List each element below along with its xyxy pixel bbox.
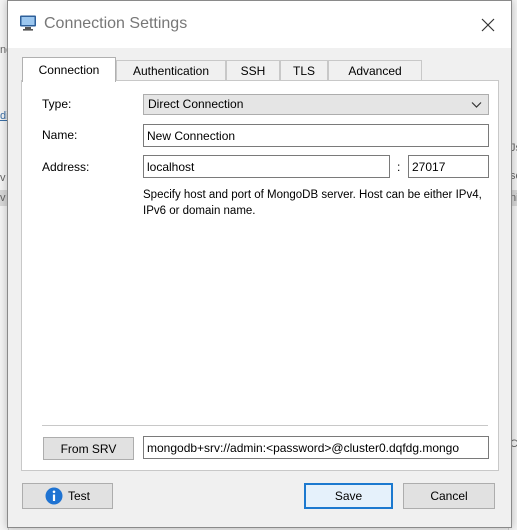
connection-tab-panel: Type: Direct Connection Name: New Connec… <box>21 80 499 471</box>
name-field[interactable]: New Connection <box>143 124 489 147</box>
tab-ssh[interactable]: SSH <box>226 60 280 82</box>
test-button-label: Test <box>67 489 90 503</box>
tab-advanced[interactable]: Advanced <box>328 60 422 82</box>
save-button[interactable]: Save <box>304 483 393 509</box>
from-srv-button[interactable]: From SRV <box>43 437 134 460</box>
connection-settings-dialog: Connection Settings Connection Authentic… <box>7 0 512 528</box>
name-label: Name: <box>42 128 78 142</box>
connection-type-select[interactable]: Direct Connection <box>143 94 489 115</box>
connection-type-value: Direct Connection <box>148 97 244 111</box>
tab-tls[interactable]: TLS <box>280 60 328 82</box>
host-field[interactable]: localhost <box>143 155 390 178</box>
port-field[interactable]: 27017 <box>408 155 489 178</box>
port-separator: : <box>397 160 401 174</box>
chevron-down-icon <box>471 102 482 108</box>
close-button[interactable] <box>465 1 511 48</box>
tab-connection[interactable]: Connection <box>22 57 116 82</box>
cancel-button[interactable]: Cancel <box>403 483 495 509</box>
srv-connection-string-field[interactable]: mongodb+srv://admin:<password>@cluster0.… <box>143 436 489 459</box>
monitor-icon <box>20 15 36 31</box>
test-button[interactable]: Test <box>22 483 113 509</box>
tab-authentication[interactable]: Authentication <box>116 60 226 82</box>
info-icon <box>45 487 63 505</box>
title-bar[interactable]: Connection Settings <box>8 1 511 48</box>
window-title: Connection Settings <box>44 15 188 32</box>
close-icon <box>481 18 495 31</box>
type-label: Type: <box>42 97 72 111</box>
address-label: Address: <box>42 160 90 174</box>
divider <box>42 425 488 426</box>
address-help-text: Specify host and port of MongoDB server.… <box>143 189 482 217</box>
